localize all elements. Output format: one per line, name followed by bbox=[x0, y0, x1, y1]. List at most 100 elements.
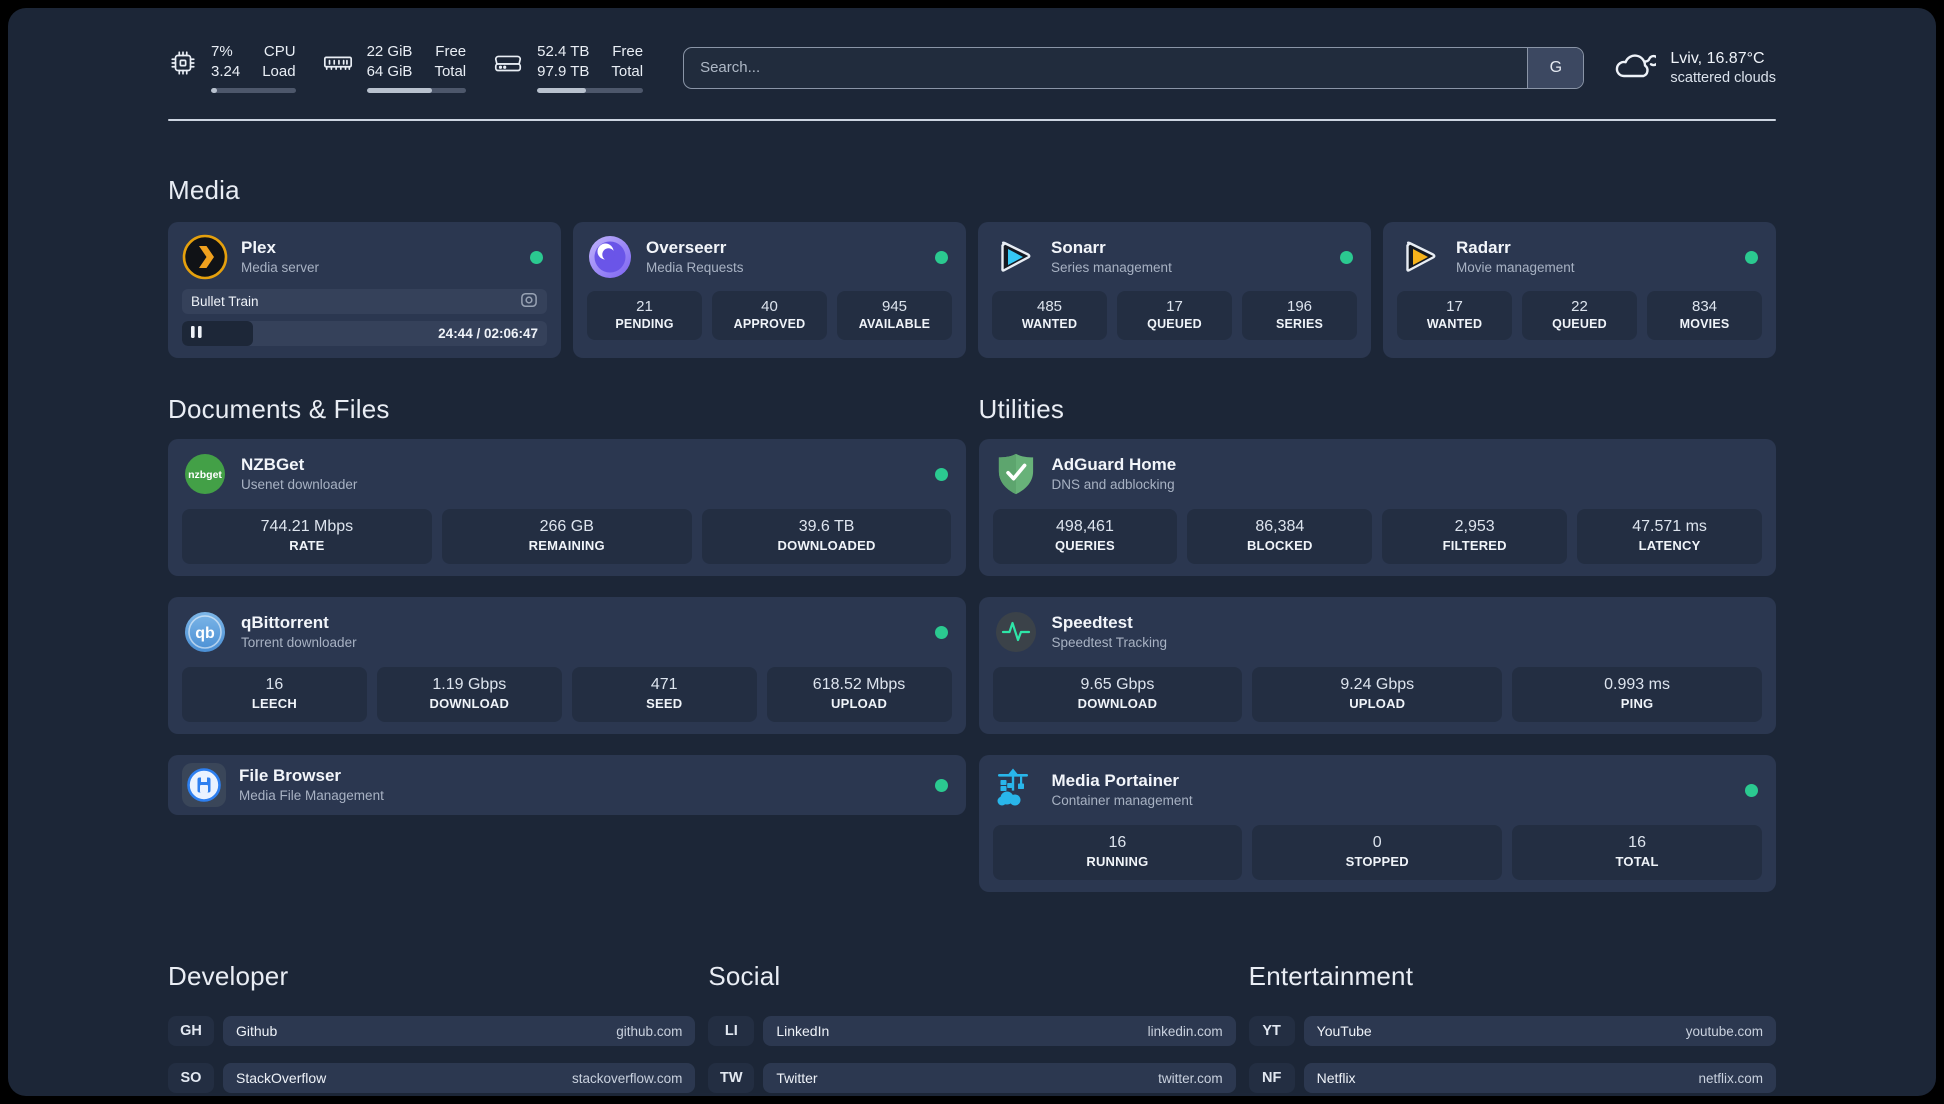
app-card-radarr[interactable]: Radarr Movie management 17 WANTED 22 QUE… bbox=[1383, 222, 1776, 358]
ram-total-value: 64 GiB bbox=[366, 63, 413, 80]
section-title-utilities: Utilities bbox=[978, 394, 1065, 424]
bookmark-github[interactable]: GH Github github.com bbox=[168, 1016, 696, 1046]
app-title: Speedtest bbox=[1051, 613, 1133, 632]
app-card-overseerr[interactable]: Overseerr Media Requests 21 PENDING 40 A… bbox=[573, 222, 966, 358]
status-dot bbox=[934, 467, 948, 481]
dashboard-panel: 7% CPU 3.24 Load 22 GiB Free 64 GiB Tota… bbox=[8, 8, 1936, 1096]
overseerr-icon bbox=[587, 234, 633, 280]
stat-tile: 17 WANTED bbox=[1397, 291, 1512, 340]
storage-stat: 52.4 TB Free 97.9 TB Total bbox=[492, 42, 644, 93]
bookmark-tag: YT bbox=[1248, 1016, 1295, 1046]
ram-total-label: Total bbox=[434, 63, 467, 80]
plex-now-playing: Bullet Train bbox=[182, 289, 547, 314]
plex-icon bbox=[182, 234, 228, 280]
app-card-adguard[interactable]: AdGuard Home DNS and adblocking 498,461 … bbox=[978, 439, 1776, 576]
qbittorrent-icon: qb bbox=[182, 609, 228, 655]
documents-column: Documents & Files nzbget NZBGet Usenet d bbox=[168, 394, 966, 913]
app-card-plex[interactable]: Plex Media server Bullet Train 24:44 / 0… bbox=[168, 222, 561, 358]
svg-text:nzbget: nzbget bbox=[188, 469, 222, 481]
cpu-progress-bar bbox=[211, 88, 296, 93]
bookmark-youtube[interactable]: YT YouTube youtube.com bbox=[1248, 1016, 1776, 1046]
ram-free-label: Free bbox=[435, 43, 467, 60]
stat-tile: 16 LEECH bbox=[182, 667, 367, 722]
bookmark-name: Github bbox=[236, 1023, 278, 1039]
search-input[interactable] bbox=[683, 46, 1585, 89]
weather-location: Lviv, 16.87°C bbox=[1670, 49, 1765, 67]
app-card-nzbget[interactable]: nzbget NZBGet Usenet downloader 744.21 M… bbox=[168, 439, 966, 576]
status-dot bbox=[530, 250, 543, 264]
app-card-filebrowser[interactable]: File Browser Media File Management bbox=[168, 755, 966, 815]
sonarr-icon bbox=[992, 234, 1038, 280]
pause-icon[interactable] bbox=[191, 325, 202, 343]
bookmark-twitter[interactable]: TW Twitter twitter.com bbox=[708, 1063, 1236, 1093]
bookmark-tag: LI bbox=[708, 1016, 755, 1046]
bookmark-url: linkedin.com bbox=[1147, 1023, 1223, 1039]
filebrowser-icon bbox=[182, 763, 226, 807]
plex-playback-progress: 24:44 / 02:06:47 bbox=[182, 321, 547, 346]
app-title: Media Portainer bbox=[1051, 771, 1180, 790]
bookmark-linkedin[interactable]: LI LinkedIn linkedin.com bbox=[708, 1016, 1236, 1046]
app-card-sonarr[interactable]: Sonarr Series management 485 WANTED 17 Q… bbox=[978, 222, 1371, 358]
stat-tile: 945 AVAILABLE bbox=[837, 291, 952, 340]
stat-tile: 498,461 QUERIES bbox=[992, 509, 1178, 564]
stat-tile: 39.6 TB DOWNLOADED bbox=[701, 509, 952, 564]
app-title: Plex bbox=[241, 238, 276, 257]
bookmark-tag: NF bbox=[1248, 1063, 1295, 1093]
adguard-icon bbox=[993, 451, 1039, 497]
storage-icon bbox=[492, 42, 524, 83]
weather-widget: Lviv, 16.87°C scattered clouds bbox=[1612, 48, 1776, 87]
radarr-icon bbox=[1397, 234, 1443, 280]
app-subtitle: DNS and adblocking bbox=[1051, 477, 1175, 492]
cpu-stat: 7% CPU 3.24 Load bbox=[168, 42, 296, 93]
speedtest-icon bbox=[993, 609, 1039, 655]
stat-tile: 17 QUEUED bbox=[1117, 291, 1232, 340]
stat-tile: 16 TOTAL bbox=[1512, 825, 1762, 880]
app-title: Overseerr bbox=[646, 238, 727, 257]
section-title-developer: Developer bbox=[168, 961, 289, 991]
bookmark-netflix[interactable]: NF Netflix netflix.com bbox=[1248, 1063, 1776, 1093]
stat-tile: 834 MOVIES bbox=[1647, 291, 1762, 340]
bookmark-url: youtube.com bbox=[1685, 1023, 1763, 1039]
now-playing-title: Bullet Train bbox=[191, 294, 259, 309]
stat-tile: 9.24 Gbps UPLOAD bbox=[1252, 667, 1503, 722]
bookmark-name: LinkedIn bbox=[776, 1023, 830, 1039]
app-subtitle: Series management bbox=[1051, 260, 1172, 275]
app-title: File Browser bbox=[239, 766, 342, 785]
storage-free-value: 52.4 TB bbox=[537, 43, 590, 60]
nzbget-icon: nzbget bbox=[182, 451, 228, 497]
stat-tile: 266 GB REMAINING bbox=[441, 509, 692, 564]
app-card-portainer[interactable]: Media Portainer Container management 16 … bbox=[978, 755, 1776, 892]
app-subtitle: Media Requests bbox=[646, 260, 744, 275]
cpu-icon bbox=[168, 42, 198, 83]
search-provider-button[interactable]: G bbox=[1527, 47, 1584, 88]
stat-tile: 0 STOPPED bbox=[1252, 825, 1503, 880]
app-title: NZBGet bbox=[241, 455, 305, 474]
cast-icon[interactable] bbox=[520, 292, 538, 311]
status-dot bbox=[1745, 250, 1758, 264]
bookmark-stackoverflow[interactable]: SO StackOverflow stackoverflow.com bbox=[168, 1063, 696, 1093]
top-bar: 7% CPU 3.24 Load 22 GiB Free 64 GiB Tota… bbox=[168, 42, 1776, 93]
cpu-load-label: Load bbox=[262, 63, 296, 80]
app-title: Radarr bbox=[1456, 238, 1511, 257]
storage-progress-bar bbox=[537, 88, 644, 93]
search-bar: G bbox=[683, 46, 1585, 89]
cpu-usage-value: 7% bbox=[211, 43, 233, 60]
ram-progress-bar bbox=[366, 88, 467, 93]
app-subtitle: Movie management bbox=[1456, 260, 1575, 275]
stat-tile: 485 WANTED bbox=[992, 291, 1107, 340]
storage-free-label: Free bbox=[612, 43, 644, 60]
ram-stat: 22 GiB Free 64 GiB Total bbox=[322, 42, 467, 93]
bookmark-name: Netflix bbox=[1316, 1070, 1356, 1086]
app-title: AdGuard Home bbox=[1051, 455, 1177, 474]
stat-tile: 40 APPROVED bbox=[712, 291, 827, 340]
stat-tile: 21 PENDING bbox=[587, 291, 702, 340]
weather-condition: scattered clouds bbox=[1670, 69, 1776, 86]
stat-tile: 2,953 FILTERED bbox=[1382, 509, 1568, 564]
bookmark-name: YouTube bbox=[1316, 1023, 1372, 1039]
app-card-speedtest[interactable]: Speedtest Speedtest Tracking 9.65 Gbps D… bbox=[978, 597, 1776, 734]
cpu-usage-label: CPU bbox=[263, 43, 296, 60]
stat-tile: 0.993 ms PING bbox=[1512, 667, 1762, 722]
app-card-qbittorrent[interactable]: qb qBittorrent Torrent downloader 16 LEE… bbox=[168, 597, 966, 734]
stat-tile: 47.571 ms LATENCY bbox=[1577, 509, 1762, 564]
bookmark-url: stackoverflow.com bbox=[572, 1070, 683, 1086]
